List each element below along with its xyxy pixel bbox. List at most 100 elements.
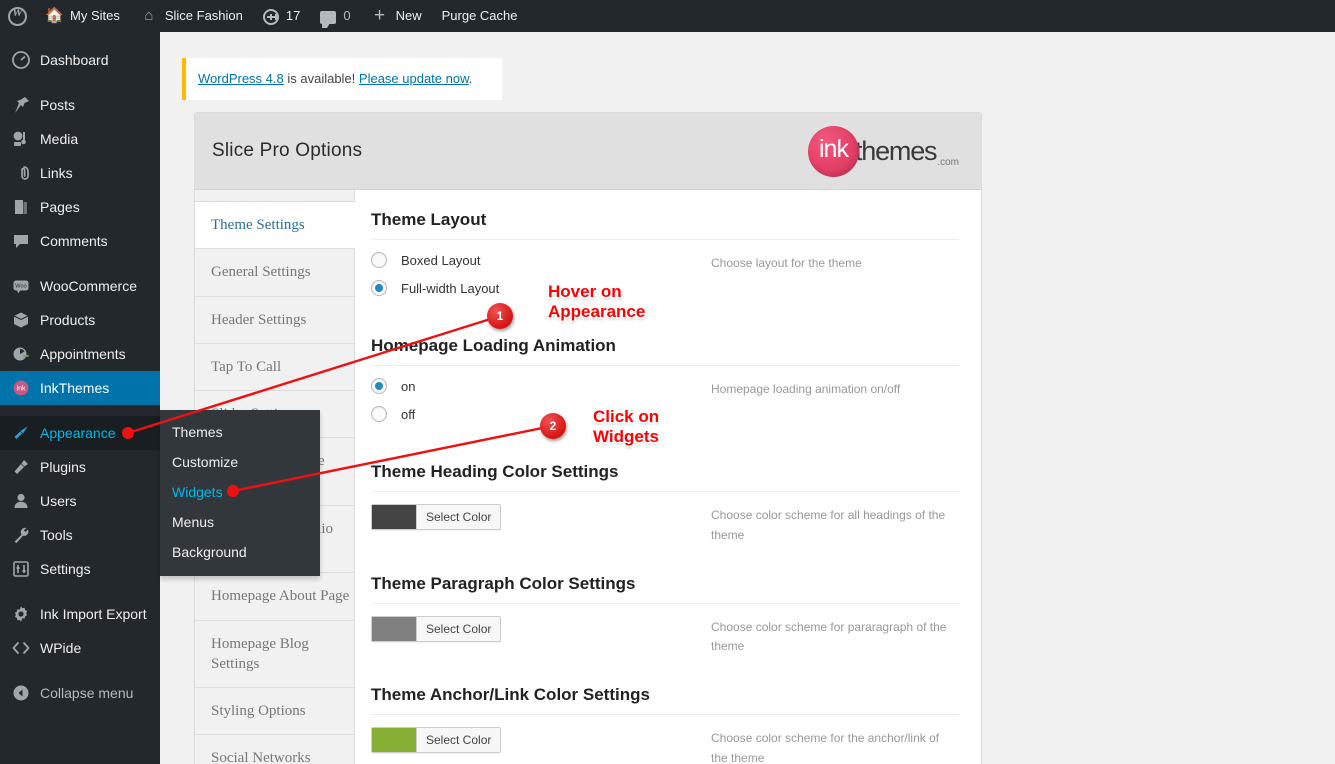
adminbar-updates-count: 17	[285, 8, 301, 23]
adminbar-label-site-name: Slice Fashion	[164, 8, 243, 23]
anchor-color-control: Select Color	[371, 727, 711, 764]
radio-option-animation-on[interactable]: on	[371, 378, 711, 394]
color-picker-paragraph[interactable]: Select Color	[371, 615, 502, 642]
menu-spacer-top	[0, 32, 160, 43]
sidebar-item-dashboard[interactable]: Dashboard	[0, 43, 160, 77]
radio-full-width-layout[interactable]	[371, 280, 387, 296]
radio-boxed-layout[interactable]	[371, 252, 387, 268]
select-color-label-paragraph: Select Color	[416, 616, 500, 641]
sidebar-label-products: Products	[40, 312, 96, 328]
sidebar-item-settings[interactable]: Settings	[0, 552, 160, 586]
sidebar-label-woocommerce: WooCommerce	[40, 278, 137, 294]
svg-text:ink: ink	[17, 386, 26, 393]
heading-color-control: Select Color	[371, 504, 711, 546]
submenu-item-customize[interactable]: Customize	[160, 447, 320, 477]
section-row-anchor-color: Select Color Choose color scheme for the…	[371, 715, 959, 764]
submenu-item-menus[interactable]: Menus	[160, 507, 320, 537]
sidebar-item-collapse-menu[interactable]: Collapse menu	[0, 676, 160, 710]
radio-animation-on[interactable]	[371, 378, 387, 394]
adminbar-comments-count: 0	[343, 8, 351, 23]
sidebar-item-tools[interactable]: Tools	[0, 518, 160, 552]
sidebar-item-woocommerce[interactable]: Woo WooCommerce	[0, 269, 160, 303]
select-color-label-heading: Select Color	[416, 505, 500, 529]
admin-sidebar-menu: Dashboard Posts Media Links Pages Commen…	[0, 32, 168, 764]
radio-label-boxed-layout: Boxed Layout	[401, 252, 481, 268]
logo-com-text: .com	[937, 156, 959, 168]
sidebar-item-inkthemes[interactable]: ink InkThemes	[0, 371, 168, 405]
tab-header-settings[interactable]: Header Settings	[195, 296, 354, 344]
logo-themes-text: themes	[854, 135, 938, 166]
menu-spacer-1	[0, 77, 160, 88]
inkthemes-icon: ink	[11, 378, 31, 398]
sidebar-label-appointments: Appointments	[40, 346, 126, 362]
color-picker-anchor[interactable]: Select Color	[371, 727, 502, 754]
submenu-item-themes[interactable]: Themes	[160, 417, 320, 447]
submenu-item-widgets[interactable]: Widgets	[160, 477, 320, 507]
sidebar-item-media[interactable]: Media	[0, 122, 160, 156]
section-title-paragraph-color: Theme Paragraph Color Settings	[371, 574, 959, 604]
sidebar-item-appointments[interactable]: Appointments	[0, 337, 160, 371]
content-area: WordPress 4.8 is available! Please updat…	[160, 32, 1335, 764]
sidebar-label-tools: Tools	[40, 527, 73, 543]
updates-icon	[262, 8, 279, 25]
adminbar-item-site-name[interactable]: ⌂ Slice Fashion	[130, 0, 253, 32]
sidebar-label-comments: Comments	[40, 233, 108, 249]
section-title-homepage-loading-animation: Homepage Loading Animation	[371, 336, 959, 366]
tab-list-top-spacer	[195, 190, 354, 202]
sidebar-item-comments[interactable]: Comments	[0, 224, 160, 258]
sidebar-item-posts[interactable]: Posts	[0, 88, 160, 122]
tools-wrench-icon	[11, 525, 31, 545]
sidebar-item-plugins[interactable]: Plugins	[0, 450, 160, 484]
help-text-loading-animation: Homepage loading animation on/off	[711, 382, 901, 396]
radio-option-animation-off[interactable]: off	[371, 406, 711, 422]
sidebar-item-users[interactable]: Users	[0, 484, 160, 518]
sidebar-label-dashboard: Dashboard	[40, 52, 109, 68]
gear-icon	[11, 604, 31, 624]
tab-theme-settings[interactable]: Theme Settings	[195, 202, 355, 250]
menu-spacer-4	[0, 586, 160, 597]
plus-icon: +	[374, 5, 386, 26]
sidebar-item-products[interactable]: Products	[0, 303, 160, 337]
menu-spacer-5	[0, 665, 160, 676]
notice-middle-text: is available!	[283, 71, 359, 86]
tab-general-settings[interactable]: General Settings	[195, 249, 354, 297]
wordpress-version-link[interactable]: WordPress 4.8	[198, 71, 284, 86]
tab-tap-to-call[interactable]: Tap To Call	[195, 343, 354, 391]
sidebar-item-appearance[interactable]: Appearance	[0, 416, 168, 450]
logo-circle-icon: ink	[807, 125, 859, 177]
adminbar-item-comments[interactable]: 0	[310, 0, 360, 32]
color-picker-heading[interactable]: Select Color	[371, 504, 502, 530]
products-box-icon	[11, 310, 31, 330]
sidebar-label-links: Links	[40, 165, 73, 181]
radio-label-animation-on: on	[401, 378, 416, 394]
adminbar-item-purge-cache[interactable]: Purge Cache	[432, 0, 528, 32]
submenu-item-background[interactable]: Background	[160, 537, 320, 567]
adminbar-item-new[interactable]: + New	[361, 0, 432, 32]
sidebar-item-pages[interactable]: Pages	[0, 190, 160, 224]
tab-social-networks[interactable]: Social Networks	[195, 735, 354, 764]
pin-icon	[11, 95, 31, 115]
link-icon	[11, 163, 31, 183]
loading-animation-options: on off	[371, 378, 711, 434]
section-title-theme-layout: Theme Layout	[371, 210, 959, 240]
sidebar-item-links[interactable]: Links	[0, 156, 160, 190]
sidebar-label-collapse-menu: Collapse menu	[40, 685, 134, 701]
adminbar-item-my-sites[interactable]: 🏠 My Sites	[35, 0, 130, 32]
adminbar-item-wordpress-logo[interactable]	[0, 0, 35, 32]
sidebar-label-inkthemes: InkThemes	[40, 380, 110, 396]
plugins-plug-icon	[11, 457, 31, 477]
color-swatch-heading	[372, 505, 416, 529]
sidebar-item-wpide[interactable]: WPide	[0, 631, 160, 665]
radio-option-boxed-layout[interactable]: Boxed Layout	[371, 252, 711, 268]
tab-styling-options[interactable]: Styling Options	[195, 688, 354, 736]
sidebar-label-pages: Pages	[40, 199, 80, 215]
radio-option-full-width-layout[interactable]: Full-width Layout	[371, 280, 711, 296]
svg-text:Woo: Woo	[15, 283, 26, 289]
adminbar-item-updates[interactable]: 17	[253, 0, 310, 32]
sidebar-label-appearance: Appearance	[40, 425, 116, 441]
tab-homepage-about-page[interactable]: Homepage About Page	[195, 573, 354, 621]
please-update-now-link[interactable]: Please update now	[359, 71, 469, 86]
sidebar-item-ink-import-export[interactable]: Ink Import Export	[0, 597, 160, 631]
radio-animation-off[interactable]	[371, 406, 387, 422]
tab-homepage-blog-settings[interactable]: Homepage Blog Settings	[195, 620, 354, 688]
